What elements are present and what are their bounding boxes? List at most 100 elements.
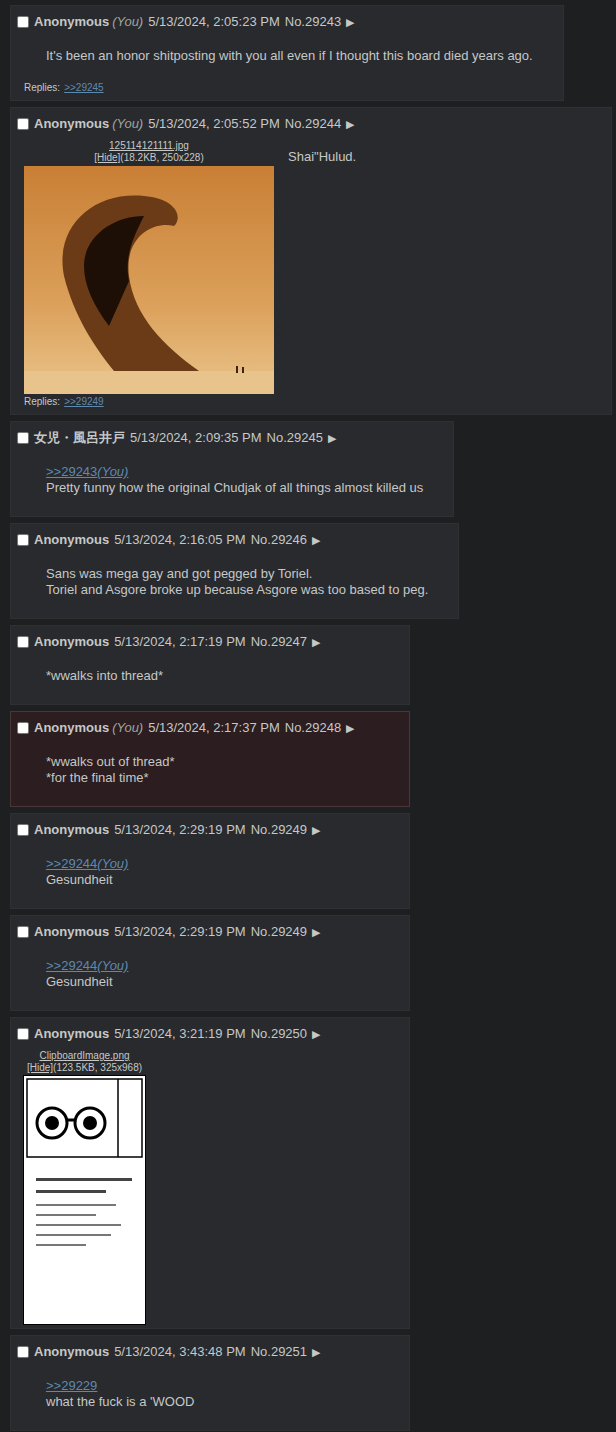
reply-link[interactable]: >>29249: [64, 394, 104, 410]
post-date: 5/13/2024, 3:43:48 PM: [114, 1342, 246, 1362]
post-date: 5/13/2024, 2:17:37 PM: [148, 718, 280, 738]
file-name[interactable]: ClipboardImage.png: [39, 1050, 129, 1061]
post-checkbox[interactable]: [17, 824, 29, 836]
poster-name: Anonymous: [34, 1342, 109, 1362]
post-date: 5/13/2024, 2:17:19 PM: [114, 632, 246, 652]
file-info: 125114121111.jpg[Hide](18.2KB, 250x228): [94, 140, 204, 164]
post-header: Anonymous5/13/2024, 2:29:19 PMNo.29249▶: [17, 818, 409, 840]
post-body: Shai"Hulud.: [288, 149, 356, 165]
post-number[interactable]: No.29244: [285, 114, 341, 134]
thread: Anonymous(You)5/13/2024, 2:05:23 PMNo.29…: [0, 0, 616, 1432]
post-checkbox[interactable]: [17, 926, 29, 938]
post-header: Anonymous5/13/2024, 2:16:05 PMNo.29246▶: [17, 528, 458, 550]
post-date: 5/13/2024, 2:05:52 PM: [148, 114, 280, 134]
post: Anonymous5/13/2024, 2:16:05 PMNo.29246▶ S…: [10, 523, 459, 619]
post-checkbox[interactable]: [17, 534, 29, 546]
you-marker: (You): [112, 12, 143, 32]
file-info: ClipboardImage.png[Hide](123.5KB, 325x96…: [27, 1050, 142, 1074]
menu-arrow-icon[interactable]: ▶: [312, 1024, 320, 1044]
post-text: *for the final time*: [46, 770, 175, 786]
poster-name: Anonymous: [34, 1024, 109, 1044]
hide-link[interactable]: [Hide]: [27, 1062, 53, 1073]
post-content: >>29244(You)Gesundheit: [17, 942, 409, 1006]
poster-name: Anonymous: [34, 12, 109, 32]
post: 女児・風呂井戸5/13/2024, 2:09:35 PMNo.29245▶>>2…: [10, 421, 454, 517]
post-text: Gesundheit: [46, 974, 128, 990]
menu-arrow-icon[interactable]: ▶: [346, 718, 354, 738]
post-number[interactable]: No.29251: [251, 1342, 307, 1362]
post-checkbox[interactable]: [17, 1346, 29, 1358]
post-checkbox[interactable]: [17, 432, 29, 444]
menu-arrow-icon[interactable]: ▶: [312, 820, 320, 840]
quote-link[interactable]: >>29244(You): [46, 958, 128, 974]
post-content: Sans was mega gay and got pegged by Tori…: [17, 550, 458, 614]
post: Anonymous5/13/2024, 3:43:48 PMNo.29251▶ >…: [10, 1335, 410, 1431]
post-text: Shai"Hulud.: [288, 149, 356, 165]
post: Anonymous5/13/2024, 2:17:19 PMNo.29247▶ *…: [10, 625, 410, 705]
post-content: *wwalks into thread*: [17, 652, 409, 700]
post-body: *wwalks into thread*: [46, 668, 163, 684]
post-body: >>29229what the fuck is a 'WOOD: [46, 1378, 194, 1410]
post-header: Anonymous(You)5/13/2024, 2:05:52 PMNo.29…: [17, 112, 611, 134]
post-checkbox[interactable]: [17, 1028, 29, 1040]
post-checkbox[interactable]: [17, 722, 29, 734]
file: 125114121111.jpg[Hide](18.2KB, 250x228): [24, 140, 274, 394]
menu-arrow-icon[interactable]: ▶: [346, 12, 354, 32]
quote-link[interactable]: >>29243(You): [46, 464, 423, 480]
menu-arrow-icon[interactable]: ▶: [312, 530, 320, 550]
post-text: Pretty funny how the original Chudjak of…: [46, 480, 423, 496]
poster-name: Anonymous: [34, 530, 109, 550]
post-number[interactable]: No.29247: [251, 632, 307, 652]
post-content: 125114121111.jpg[Hide](18.2KB, 250x228) S…: [17, 134, 611, 394]
poster-name: Anonymous: [34, 820, 109, 840]
post-number[interactable]: No.29250: [251, 1024, 307, 1044]
you-marker: (You): [112, 718, 143, 738]
post-number[interactable]: No.29249: [251, 820, 307, 840]
post-number[interactable]: No.29248: [285, 718, 341, 738]
post-header: Anonymous(You)5/13/2024, 2:17:37 PMNo.29…: [17, 716, 409, 738]
replies: Replies:>>29249: [24, 394, 611, 410]
post-body: Sans was mega gay and got pegged by Tori…: [46, 566, 428, 598]
post-body: It's been an honor shitposting with you …: [46, 48, 533, 64]
thumbnail[interactable]: [24, 1076, 145, 1324]
post: Anonymous(You)5/13/2024, 2:05:52 PMNo.29…: [10, 107, 612, 415]
post-number[interactable]: No.29249: [251, 922, 307, 942]
menu-arrow-icon[interactable]: ▶: [312, 922, 320, 942]
thumbnail[interactable]: [24, 166, 274, 394]
post-checkbox[interactable]: [17, 118, 29, 130]
post-checkbox[interactable]: [17, 16, 29, 28]
quote-link[interactable]: >>29229: [46, 1378, 194, 1394]
post-header: Anonymous5/13/2024, 2:29:19 PMNo.29249▶: [17, 920, 409, 942]
post-content: >>29244(You)Gesundheit: [17, 840, 409, 904]
post-checkbox[interactable]: [17, 636, 29, 648]
manga-page-icon: [26, 1078, 143, 1322]
reply-link[interactable]: >>29245: [64, 80, 104, 96]
post-text: what the fuck is a 'WOOD: [46, 1394, 194, 1410]
post-header: Anonymous5/13/2024, 3:43:48 PMNo.29251▶: [17, 1340, 409, 1362]
post-number[interactable]: No.29246: [251, 530, 307, 550]
quote-link[interactable]: >>29244(You): [46, 856, 128, 872]
post-content: *wwalks out of thread**for the final tim…: [17, 738, 409, 802]
post-header: Anonymous(You)5/13/2024, 2:05:23 PMNo.29…: [17, 10, 563, 32]
post: Anonymous(You)5/13/2024, 2:17:37 PMNo.29…: [10, 711, 410, 807]
post-number[interactable]: No.29243: [285, 12, 341, 32]
menu-arrow-icon[interactable]: ▶: [346, 114, 354, 134]
hide-link[interactable]: [Hide]: [94, 152, 120, 163]
post-text: Sans was mega gay and got pegged by Tori…: [46, 566, 428, 582]
post-content: >>29243(You)Pretty funny how the origina…: [17, 448, 453, 512]
file-size: (123.5KB, 325x968): [53, 1062, 142, 1073]
post-content: It's been an honor shitposting with you …: [17, 32, 563, 80]
post-number[interactable]: No.29245: [267, 428, 323, 448]
file-name[interactable]: 125114121111.jpg: [109, 140, 189, 151]
post-text: It's been an honor shitposting with you …: [46, 48, 533, 64]
post-body: >>29244(You)Gesundheit: [46, 856, 128, 888]
menu-arrow-icon[interactable]: ▶: [312, 632, 320, 652]
post: Anonymous(You)5/13/2024, 2:05:23 PMNo.29…: [10, 5, 564, 101]
post-body: *wwalks out of thread**for the final tim…: [46, 754, 175, 786]
post-date: 5/13/2024, 2:09:35 PM: [130, 428, 262, 448]
menu-arrow-icon[interactable]: ▶: [328, 428, 336, 448]
menu-arrow-icon[interactable]: ▶: [312, 1342, 320, 1362]
poster-name: 女児・風呂井戸: [34, 428, 125, 448]
post-text: Gesundheit: [46, 872, 128, 888]
poster-name: Anonymous: [34, 632, 109, 652]
